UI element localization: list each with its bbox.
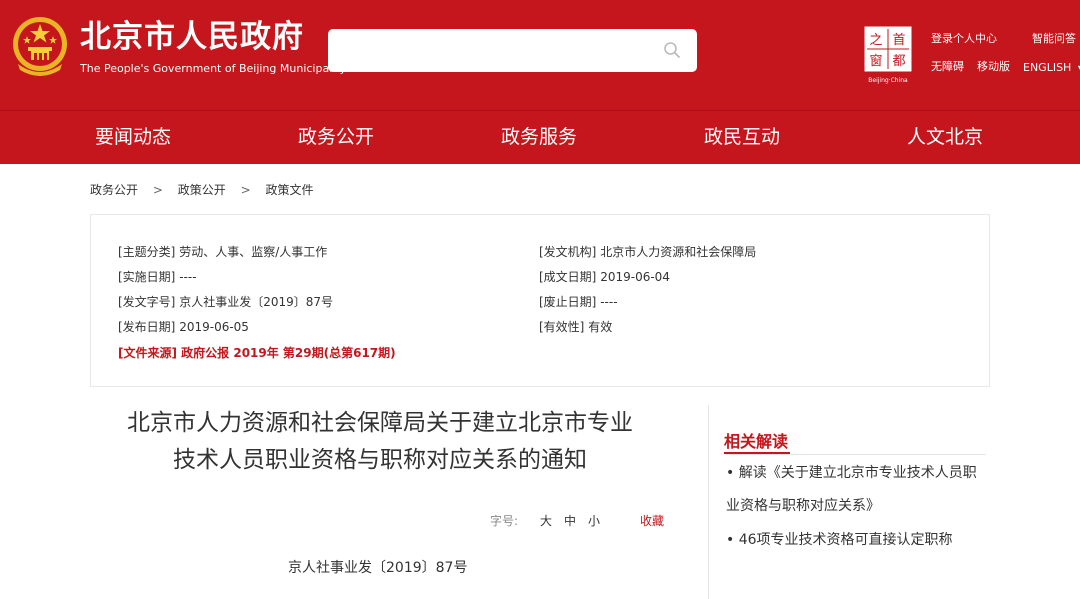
login-link[interactable]: 登录个人中心 (931, 30, 997, 46)
meta-label: [文件来源] (118, 346, 177, 360)
meta-value: 劳动、人事、监察/人事工作 (179, 245, 328, 259)
meta-topic: [主题分类] 劳动、人事、监察/人事工作 (118, 243, 327, 260)
meta-label: [发文字号] (118, 295, 176, 309)
meta-issuing-agency: [发文机构] 北京市人力资源和社会保障局 (539, 243, 756, 260)
mobile-version-link[interactable]: 移动版 (977, 58, 1010, 74)
meta-label: [实施日期] (118, 270, 176, 284)
related-link-46-qualifications[interactable]: • 46项专业技术资格可直接认定职称 (726, 524, 986, 557)
meta-value: 京人社事业发〔2019〕87号 (179, 295, 334, 309)
main-nav: 要闻动态 政务公开 政务服务 政民互动 人文北京 (0, 110, 1080, 164)
nav-item-open-gov[interactable]: 政务公开 (235, 111, 437, 164)
search-input[interactable] (340, 29, 644, 74)
capital-logo-char: 都 (892, 54, 905, 69)
article-title-line: 技术人员职业资格与职称对应关系的通知 (173, 447, 587, 473)
site-subtitle: The People's Government of Beijing Munic… (80, 62, 347, 75)
nav-item-gov-service[interactable]: 政务服务 (438, 111, 640, 164)
meta-value: 有效 (588, 320, 613, 334)
nav-item-culture[interactable]: 人文北京 (844, 111, 1046, 164)
meta-value: 2019-06-05 (179, 320, 249, 334)
content-divider (708, 405, 709, 599)
search-icon[interactable] (663, 41, 681, 59)
breadcrumb-item[interactable]: 政策文件 (265, 183, 313, 197)
smart-qa-link[interactable]: 智能问答 (1032, 30, 1076, 46)
breadcrumb-separator: > (152, 183, 163, 197)
search-box (328, 29, 697, 74)
meta-label: [主题分类] (118, 245, 176, 259)
capital-window-icon: 之 首 窗 都 (864, 26, 912, 72)
meta-publish-date: [发布日期] 2019-06-05 (118, 318, 249, 335)
related-reading-title: 相关解读 (724, 432, 789, 451)
english-language-link[interactable]: ENGLISH ▼ (1023, 61, 1080, 74)
meta-effective-date: [实施日期] ---- (118, 268, 197, 285)
capital-logo-char: 窗 (869, 53, 882, 69)
breadcrumb-item[interactable]: 政策公开 (178, 183, 226, 197)
meta-label: [发布日期] (118, 320, 176, 334)
related-title-underline (724, 452, 790, 454)
capital-logo-char: 之 (869, 33, 882, 48)
font-size-large-button[interactable]: 大 (540, 512, 552, 529)
meta-value: 北京市人力资源和社会保障局 (600, 245, 757, 259)
meta-value: ---- (600, 295, 618, 309)
accessibility-link[interactable]: 无障碍 (931, 58, 964, 74)
site-header: 北京市人民政府 The People's Government of Beiji… (0, 0, 1080, 110)
breadcrumb-item[interactable]: 政务公开 (90, 183, 138, 197)
font-size-small-button[interactable]: 小 (588, 512, 600, 529)
font-size-label: 字号: (490, 514, 519, 528)
meta-value: 2019-06-04 (600, 270, 670, 284)
meta-written-date: [成文日期] 2019-06-04 (539, 268, 670, 285)
meta-value[interactable]: 政府公报 2019年 第29期(总第617期) (181, 346, 395, 360)
meta-doc-number: [发文字号] 京人社事业发〔2019〕87号 (118, 293, 333, 310)
article-title-line: 北京市人力资源和社会保障局关于建立北京市专业 (127, 410, 633, 436)
meta-label: [废止日期] (539, 295, 597, 309)
english-label: ENGLISH (1023, 61, 1072, 74)
capital-logo-caption: Beijing·China (868, 77, 908, 84)
font-size-medium-button[interactable]: 中 (564, 512, 576, 529)
favorite-button[interactable]: 收藏 (640, 512, 664, 529)
article-title: 北京市人力资源和社会保障局关于建立北京市专业 技术人员职业资格与职称对应关系的通… (90, 405, 670, 479)
site-title[interactable]: 北京市人民政府 (80, 18, 304, 56)
national-emblem-icon (13, 17, 67, 76)
meta-label: [有效性] (539, 320, 585, 334)
breadcrumb-separator: > (240, 183, 251, 197)
related-link-interpretation[interactable]: • 解读《关于建立北京市专业技术人员职业资格与职称对应关系》 (726, 457, 986, 523)
meta-value: ---- (179, 270, 197, 284)
capital-window-logo[interactable]: 之 首 窗 都 Beijing·China (864, 26, 912, 84)
meta-expiry-date: [废止日期] ---- (539, 293, 618, 310)
meta-label: [成文日期] (539, 270, 597, 284)
related-header-line (726, 454, 986, 455)
meta-label: [发文机构] (539, 245, 597, 259)
nav-item-news[interactable]: 要闻动态 (32, 111, 234, 164)
article-doc-number: 京人社事业发〔2019〕87号 (288, 560, 468, 576)
nav-item-interaction[interactable]: 政民互动 (641, 111, 843, 164)
document-meta-box: [主题分类] 劳动、人事、监察/人事工作 [实施日期] ---- [发文字号] … (90, 214, 990, 387)
breadcrumb: 政务公开 > 政策公开 > 政策文件 (90, 181, 313, 198)
meta-source: [文件来源] 政府公报 2019年 第29期(总第617期) (118, 344, 396, 361)
meta-validity: [有效性] 有效 (539, 318, 612, 335)
capital-logo-char: 首 (892, 33, 905, 48)
